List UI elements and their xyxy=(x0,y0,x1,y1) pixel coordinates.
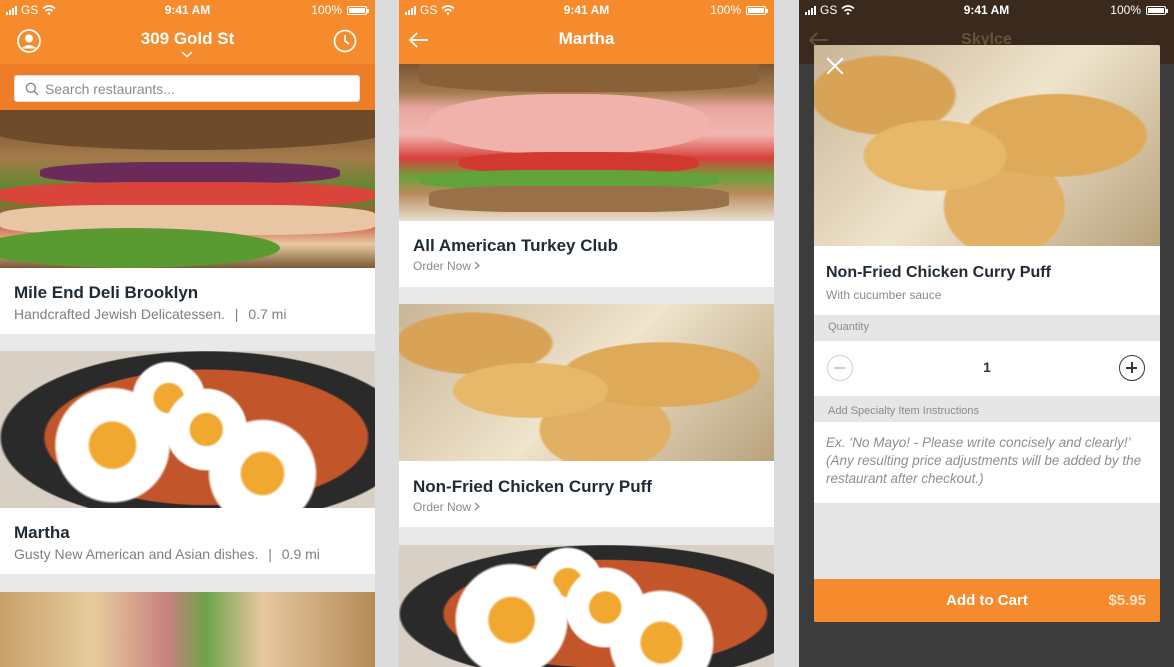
status-bar: GS 9:41 AM 100% xyxy=(799,0,1174,20)
restaurant-photo xyxy=(0,592,375,667)
battery-percent: 100% xyxy=(1110,3,1141,17)
menu-item-photo xyxy=(399,545,774,667)
menu-item-photo xyxy=(399,304,774,461)
restaurant-photo xyxy=(0,351,375,508)
instructions-container xyxy=(814,422,1160,503)
status-bar: GS 9:41 AM 100% xyxy=(399,0,774,20)
chevron-right-icon xyxy=(474,502,481,511)
order-now-link[interactable]: Order Now xyxy=(413,500,481,514)
quantity-value: 1 xyxy=(983,359,991,375)
instructions-label: Add Specialty Item Instructions xyxy=(828,405,980,417)
chevron-right-icon xyxy=(474,261,481,270)
search-box[interactable] xyxy=(14,75,360,102)
restaurant-name: Mile End Deli Brooklyn xyxy=(14,283,199,302)
chevron-down-icon xyxy=(181,51,193,58)
order-now-link[interactable]: Order Now xyxy=(413,259,481,273)
battery-percent: 100% xyxy=(311,3,342,17)
page-title: Martha xyxy=(558,29,615,48)
menu-item-card[interactable] xyxy=(399,545,774,667)
menu-item-photo xyxy=(399,64,774,221)
restaurant-description: Gusty New American and Asian dishes. xyxy=(14,546,259,562)
restaurant-distance: 0.7 mi xyxy=(248,306,287,322)
quantity-stepper: 1 xyxy=(814,341,1160,396)
item-photo xyxy=(814,45,1160,246)
meta-separator: | xyxy=(234,306,239,322)
address-label: 309 Gold St xyxy=(140,29,235,48)
meta-separator: | xyxy=(268,546,272,562)
search-icon xyxy=(25,82,39,96)
battery-icon xyxy=(746,5,768,15)
item-price: $5.95 xyxy=(1108,592,1146,609)
close-icon[interactable] xyxy=(824,55,846,77)
restaurant-card[interactable]: Mile End Deli Brooklyn Handcrafted Jewis… xyxy=(0,110,375,334)
item-detail-screen: GS 9:41 AM 100% Skylce Non-Fried Chicken… xyxy=(799,0,1174,667)
clock-icon[interactable] xyxy=(333,29,357,53)
status-bar: GS 9:41 AM 100% xyxy=(0,0,375,20)
add-to-cart-button[interactable]: Add to Cart $5.95 xyxy=(814,579,1160,622)
battery-icon xyxy=(1146,5,1168,15)
restaurant-list-screen: GS 9:41 AM 100% 309 Gold St Mile End Del… xyxy=(0,0,375,667)
restaurant-description: Handcrafted Jewish Delicatessen. xyxy=(14,306,225,322)
restaurant-meta: Gusty New American and Asian dishes. | 0… xyxy=(14,546,320,562)
restaurant-meta: Handcrafted Jewish Delicatessen. | 0.7 m… xyxy=(14,306,286,322)
item-name: Non-Fried Chicken Curry Puff xyxy=(826,264,1051,281)
instructions-field[interactable] xyxy=(826,434,1148,496)
restaurant-distance: 0.9 mi xyxy=(281,546,320,562)
order-now-label: Order Now xyxy=(413,500,472,514)
battery-percent: 100% xyxy=(710,3,741,17)
menu-item-name: Non-Fried Chicken Curry Puff xyxy=(413,477,652,496)
menu-item-name: All American Turkey Club xyxy=(413,236,618,255)
order-now-label: Order Now xyxy=(413,259,472,273)
search-input[interactable] xyxy=(45,79,345,99)
restaurant-card[interactable] xyxy=(0,592,375,667)
increment-button[interactable] xyxy=(1119,355,1145,381)
menu-screen: GS 9:41 AM 100% Martha All American Turk… xyxy=(399,0,774,667)
restaurant-photo xyxy=(0,110,375,268)
address-selector[interactable]: 309 Gold St xyxy=(0,29,375,58)
item-description: With cucumber sauce xyxy=(826,288,942,302)
restaurant-card[interactable]: Martha Gusty New American and Asian dish… xyxy=(0,351,375,574)
restaurant-name: Martha xyxy=(14,523,70,542)
item-info: Non-Fried Chicken Curry Puff With cucumb… xyxy=(814,246,1160,315)
battery-icon xyxy=(347,5,369,15)
menu-item-card[interactable]: All American Turkey Club Order Now xyxy=(399,64,774,287)
quantity-label: Quantity xyxy=(828,321,869,333)
item-modal: Non-Fried Chicken Curry Puff With cucumb… xyxy=(814,45,1160,622)
menu-item-card[interactable]: Non-Fried Chicken Curry Puff Order Now xyxy=(399,304,774,527)
